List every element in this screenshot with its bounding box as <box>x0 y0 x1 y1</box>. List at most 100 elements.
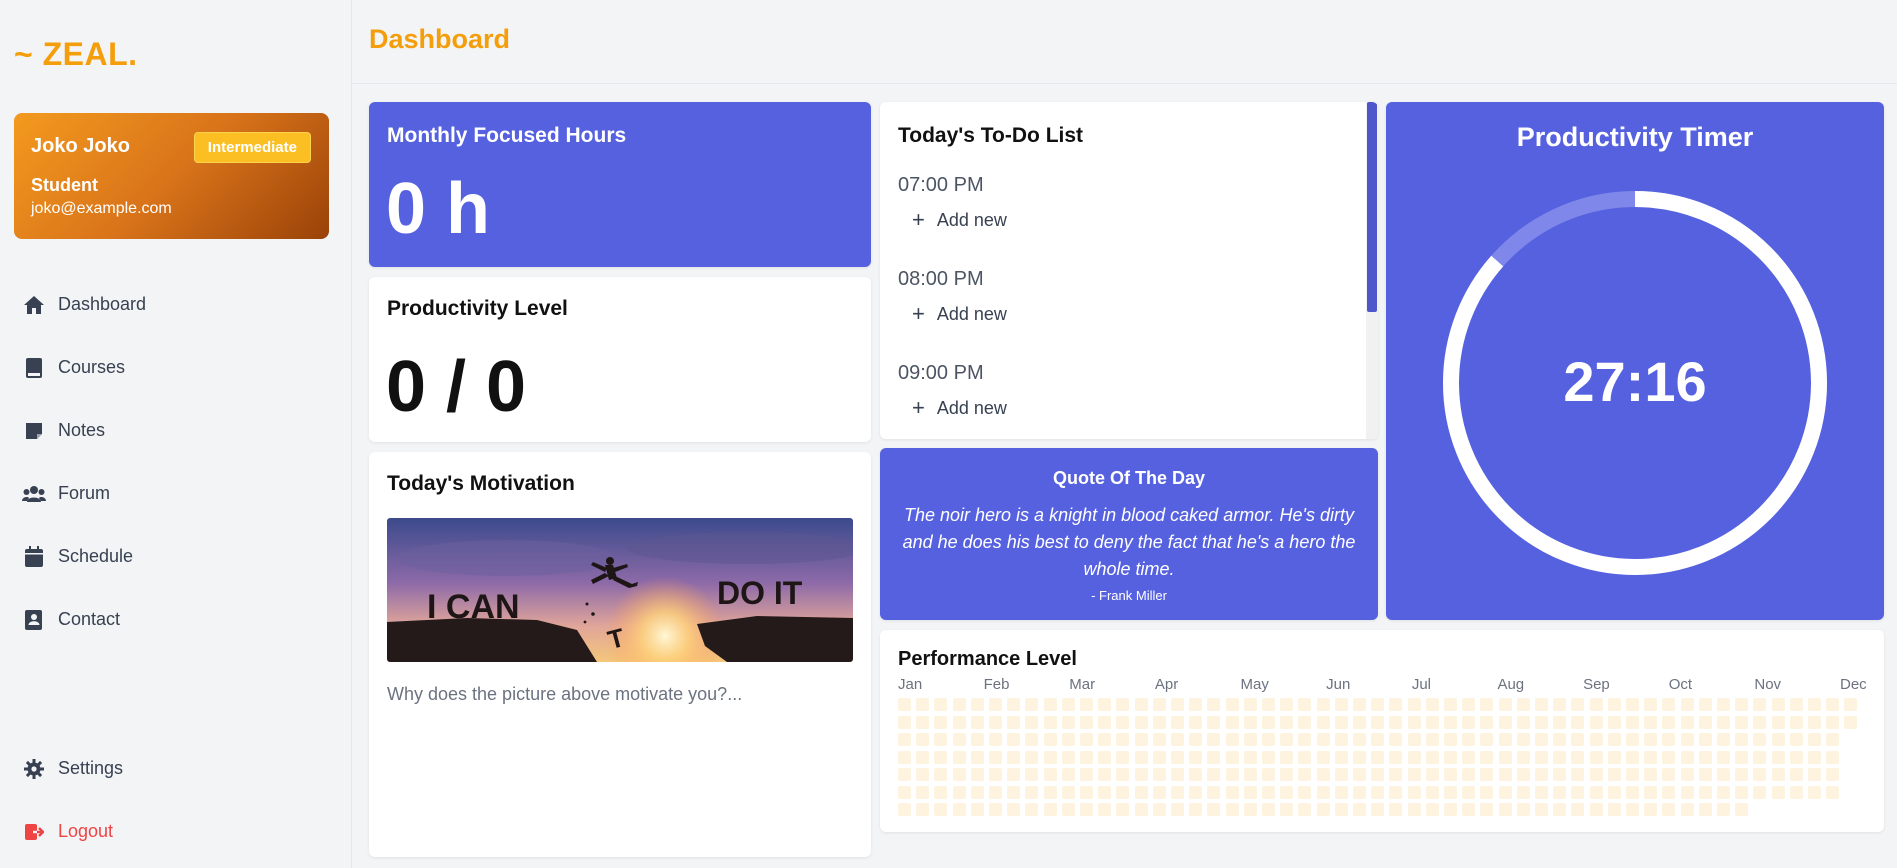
heatmap-cell <box>1698 803 1712 816</box>
heatmap-cell <box>1262 785 1275 799</box>
heatmap-cell <box>1607 803 1621 816</box>
heatmap-cell <box>1407 715 1421 729</box>
heatmap-cell <box>1334 733 1348 746</box>
heatmap-cell <box>1134 750 1148 764</box>
sidebar-item-contact[interactable]: Contact <box>0 588 352 651</box>
heatmap-cell <box>1589 785 1603 799</box>
heatmap-cell <box>1826 733 1840 746</box>
heatmap-cell <box>1207 715 1221 729</box>
heatmap-cell <box>1389 733 1403 746</box>
month-label: Feb <box>983 676 1010 693</box>
add-todo-button[interactable]: + Add new <box>912 303 1338 325</box>
heatmap-cell <box>1134 803 1148 816</box>
heatmap-cell <box>1589 715 1603 729</box>
add-todo-button[interactable]: + Add new <box>912 397 1338 419</box>
heatmap-cell <box>1626 750 1639 764</box>
plus-icon: + <box>912 207 925 232</box>
heatmap-cell <box>934 785 948 799</box>
todo-time: 07:00 PM <box>898 174 984 196</box>
heatmap-cell <box>916 698 930 711</box>
todo-list: 07:00 PM + Add new 08:00 PM + Add new 09… <box>898 174 1338 439</box>
heatmap-cell <box>1243 733 1257 746</box>
heatmap-cell <box>1262 715 1275 729</box>
heatmap-cell <box>898 803 911 816</box>
heatmap-cell <box>1808 698 1821 711</box>
heatmap-cell <box>1207 733 1221 746</box>
app-logo[interactable]: ~ ZEAL. <box>14 36 138 73</box>
heatmap-cell <box>1516 785 1530 799</box>
heatmap-cell <box>1698 750 1712 764</box>
heatmap-cell <box>1116 733 1130 746</box>
heatmap-cell <box>952 785 966 799</box>
heatmap-cell <box>1826 785 1840 799</box>
heatmap-cell <box>1462 785 1476 799</box>
heatmap-cell <box>1262 803 1275 816</box>
heatmap-cell <box>1516 768 1530 781</box>
heatmap-cell <box>1644 803 1658 816</box>
heatmap-cell <box>1462 715 1476 729</box>
heatmap-cell <box>970 803 984 816</box>
heatmap-cell <box>1771 768 1785 781</box>
sidebar-item-dashboard[interactable]: Dashboard <box>0 273 352 336</box>
heatmap-cell <box>1644 715 1658 729</box>
heatmap-cell <box>1753 733 1767 746</box>
heatmap-cell <box>1353 733 1366 746</box>
heatmap-cell <box>1116 750 1130 764</box>
heatmap-cell <box>1480 768 1494 781</box>
heatmap-cell <box>1844 698 1858 711</box>
heatmap-cell <box>1007 698 1021 711</box>
heatmap-cell <box>1171 803 1184 816</box>
heatmap-cell <box>1571 698 1585 711</box>
sidebar-item-courses[interactable]: Courses <box>0 336 352 399</box>
heatmap-cell <box>952 803 966 816</box>
heatmap-cell <box>1516 733 1530 746</box>
todo-scrollbar[interactable] <box>1366 102 1378 439</box>
heatmap-cell <box>1462 750 1476 764</box>
heatmap-cell <box>1680 715 1694 729</box>
todo-scrollbar-thumb[interactable] <box>1367 102 1377 312</box>
heatmap-cell <box>1134 785 1148 799</box>
add-todo-label: Add new <box>936 303 1007 324</box>
heatmap-cell <box>1425 803 1439 816</box>
sidebar-item-settings[interactable]: Settings <box>0 737 352 800</box>
sidebar-item-label: Schedule <box>58 546 134 566</box>
motivation-card: Today's Motivation I CAN T DO IT Why doe… <box>369 452 871 857</box>
heatmap-cell <box>1243 750 1257 764</box>
heatmap-cell <box>1626 715 1639 729</box>
heatmap-cell <box>1116 698 1130 711</box>
heatmap-cell <box>989 785 1002 799</box>
sidebar-item-forum[interactable]: Forum <box>0 462 352 525</box>
heatmap-cell <box>1225 698 1239 711</box>
heatmap-cell <box>1353 750 1366 764</box>
sidebar-item-notes[interactable]: Notes <box>0 399 352 462</box>
heatmap-cell <box>1589 768 1603 781</box>
heatmap-cell <box>1607 750 1621 764</box>
heatmap-cell <box>1462 803 1476 816</box>
heatmap-cell <box>1043 768 1057 781</box>
motivation-prompt[interactable]: Why does the picture above motivate you?… <box>387 684 742 705</box>
heatmap-cell <box>1389 715 1403 729</box>
heatmap-cell <box>1243 698 1257 711</box>
heatmap-cell <box>1407 698 1421 711</box>
month-label: Sep <box>1583 676 1610 693</box>
heatmap-cell <box>1389 750 1403 764</box>
calendar-icon <box>22 545 46 569</box>
heatmap-cell <box>1662 785 1676 799</box>
heatmap-cell <box>1298 698 1312 711</box>
heatmap-cell <box>1116 785 1130 799</box>
todo-card: Today's To-Do List 07:00 PM + Add new 08… <box>880 102 1378 439</box>
heatmap-cell <box>1353 715 1366 729</box>
heatmap-cell <box>1207 785 1221 799</box>
home-icon <box>22 293 46 317</box>
heatmap-cell <box>1698 785 1712 799</box>
heatmap-cell <box>1535 715 1548 729</box>
sidebar-item-logout[interactable]: Logout <box>0 800 352 863</box>
gear-icon <box>22 757 46 781</box>
heatmap-cell <box>1171 715 1184 729</box>
heatmap-cell <box>970 750 984 764</box>
heatmap-cell <box>1043 750 1057 764</box>
add-todo-button[interactable]: + Add new <box>912 209 1338 231</box>
sidebar-item-schedule[interactable]: Schedule <box>0 525 352 588</box>
heatmap-cell <box>1844 715 1858 729</box>
heatmap-cell <box>1280 768 1294 781</box>
